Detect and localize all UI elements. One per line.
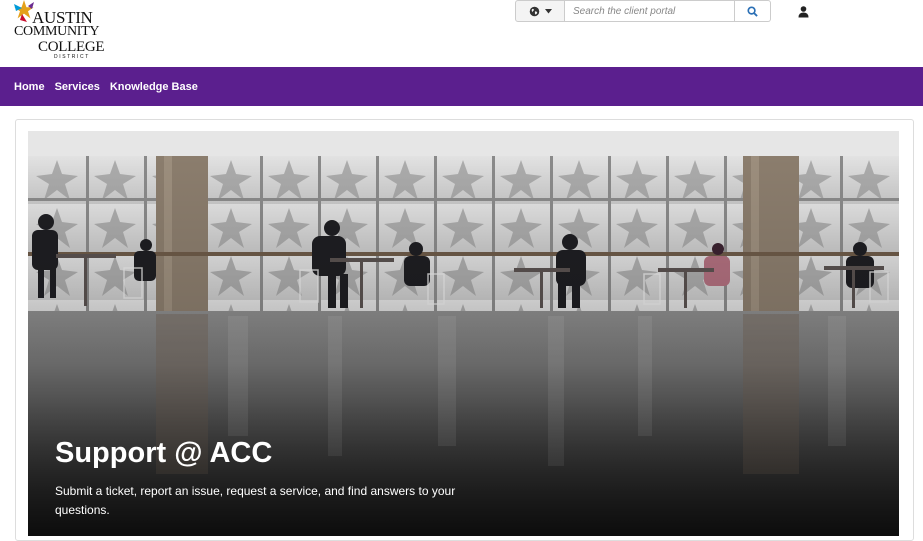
search-icon — [747, 5, 758, 17]
site-header: AUSTIN COMMUNITY COLLEGE DISTRICT — [0, 0, 923, 67]
user-menu-button[interactable] — [795, 4, 811, 20]
main-navbar: Home Services Knowledge Base — [0, 67, 923, 106]
hero-title: Support @ ACC — [55, 437, 273, 469]
panel-header-bar — [28, 131, 899, 156]
nav-item-services[interactable]: Services — [55, 81, 100, 93]
hero-banner: Support @ ACC Submit a ticket, report an… — [28, 156, 899, 536]
hero-background-image — [28, 156, 899, 536]
acc-logo[interactable]: AUSTIN COMMUNITY COLLEGE DISTRICT — [10, 0, 110, 62]
globe-icon — [529, 6, 539, 16]
logo-text-community: COMMUNITY — [14, 24, 100, 39]
content-panel: Support @ ACC Submit a ticket, report an… — [15, 119, 914, 541]
search-input[interactable] — [565, 0, 735, 22]
user-icon — [798, 6, 808, 18]
nav-item-home[interactable]: Home — [14, 81, 45, 93]
search-button[interactable] — [735, 0, 771, 22]
nav-item-knowledge-base[interactable]: Knowledge Base — [110, 81, 198, 93]
language-dropdown-button[interactable] — [515, 0, 565, 22]
search-group — [515, 0, 771, 23]
caret-down-icon — [544, 8, 552, 13]
hero-subtitle: Submit a ticket, report an issue, reques… — [55, 484, 456, 517]
logo-text-college: COLLEGE — [38, 39, 105, 55]
logo-text-district: DISTRICT — [54, 54, 90, 60]
